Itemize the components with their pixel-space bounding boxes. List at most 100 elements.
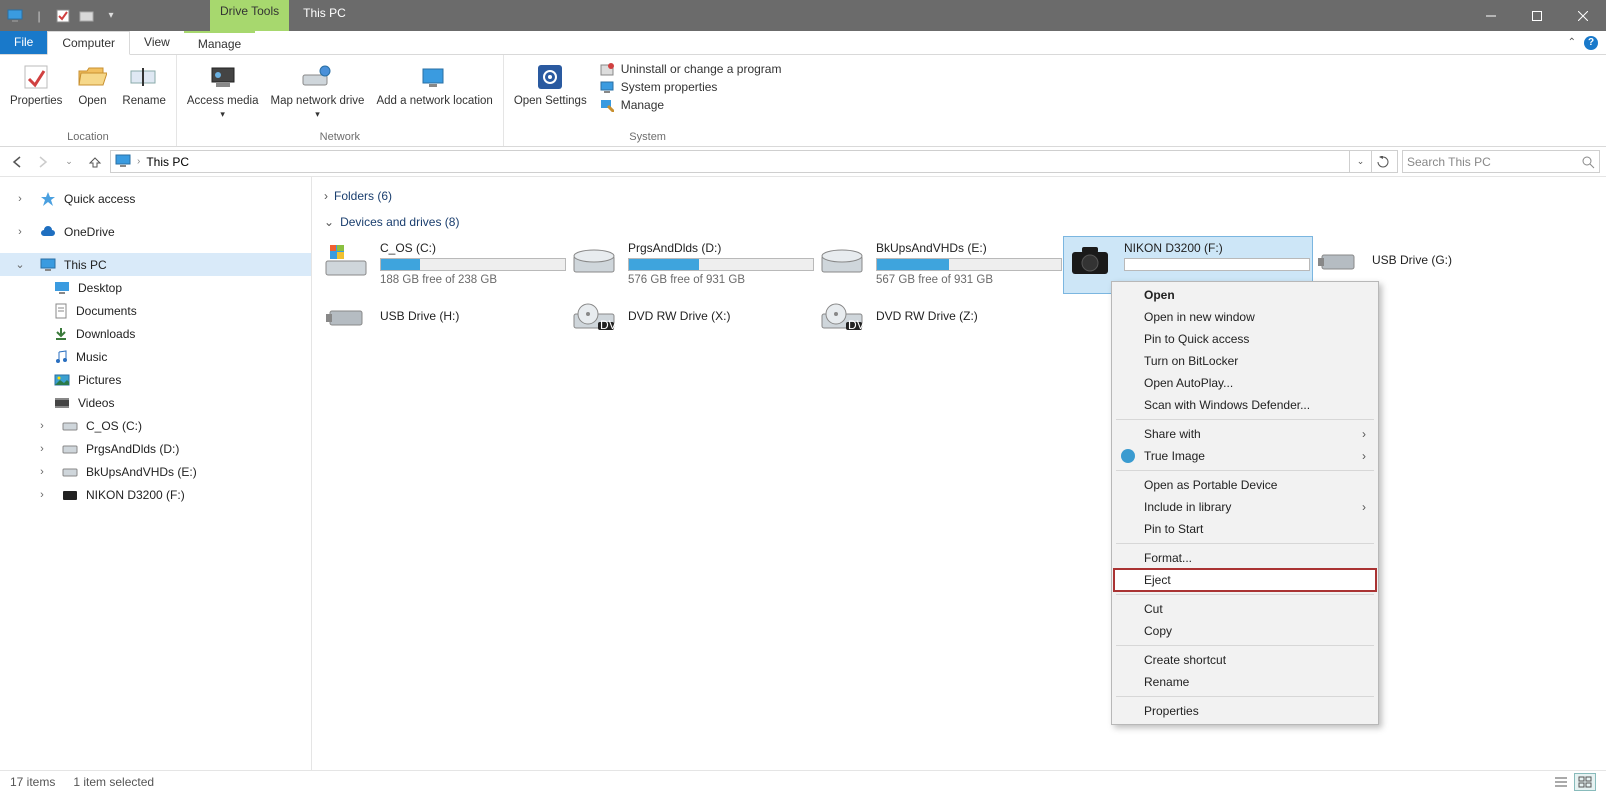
navigation-pane: ›Quick access ›OneDrive ⌄This PC Desktop… [0,177,312,770]
ribbon-group-label: System [508,129,788,146]
search-field[interactable] [1402,150,1600,173]
drive-name: C_OS (C:) [380,241,566,255]
camera-icon [1066,241,1114,281]
section-devices[interactable]: ⌄Devices and drives (8) [320,211,1606,237]
svg-text:DVD: DVD [848,318,864,332]
tab-manage[interactable]: Manage [184,31,255,54]
ribbon-collapse-icon[interactable]: ⌃ [1568,37,1576,48]
sidebar-item-this-pc[interactable]: ⌄This PC [0,253,311,276]
hdd-icon [818,241,866,281]
drive-e[interactable]: BkUpsAndVHDs (E:) 567 GB free of 931 GB [816,237,1064,293]
tab-view[interactable]: View [130,31,184,54]
menu-autoplay[interactable]: Open AutoPlay... [1114,372,1376,394]
menu-share-with[interactable]: Share with› [1114,423,1376,445]
sidebar-item-music[interactable]: Music [22,345,311,368]
sidebar-item-desktop[interactable]: Desktop [22,276,311,299]
map-network-drive-button[interactable]: Map network drive ▾ [264,57,370,125]
drive-free-text: 188 GB free of 238 GB [380,274,566,286]
hdd-icon [570,241,618,281]
submenu-arrow-icon: › [1362,449,1366,463]
pc-icon[interactable] [6,7,24,25]
camera-drive-icon [62,489,78,501]
submenu-arrow-icon: › [1362,427,1366,441]
drive-d[interactable]: PrgsAndDlds (D:) 576 GB free of 931 GB [568,237,816,293]
sidebar-item-e-drive[interactable]: ›BkUpsAndVHDs (E:) [22,460,311,483]
manage-button[interactable]: Manage [599,97,782,113]
folder-open-icon [76,61,108,93]
qat-dropdown-icon[interactable]: ▾ [102,7,120,25]
menu-eject[interactable]: Eject [1114,569,1376,591]
access-media-button[interactable]: Access media ▾ [181,57,265,125]
sidebar-item-c-drive[interactable]: ›C_OS (C:) [22,414,311,437]
menu-pin-quick-access[interactable]: Pin to Quick access [1114,328,1376,350]
properties-button[interactable]: Properties [4,57,68,112]
menu-open[interactable]: Open [1114,284,1376,306]
menu-copy[interactable]: Copy [1114,620,1376,642]
status-item-count: 17 items [10,775,55,789]
drive-x[interactable]: DVD DVD RW Drive (X:) [568,293,816,349]
menu-rename[interactable]: Rename [1114,671,1376,693]
properties-icon [20,61,52,93]
ribbon-group-system: Open Settings Uninstall or change a prog… [504,55,792,146]
menu-include-library[interactable]: Include in library› [1114,496,1376,518]
drive-h[interactable]: USB Drive (H:) [320,293,568,349]
svg-text:DVD: DVD [600,318,616,332]
menu-defender[interactable]: Scan with Windows Defender... [1114,394,1376,416]
sidebar-item-f-drive[interactable]: ›NIKON D3200 (F:) [22,483,311,506]
help-icon[interactable]: ? [1584,36,1598,50]
drive-icon [62,443,78,455]
up-button[interactable] [84,151,106,173]
menu-portable-device[interactable]: Open as Portable Device [1114,474,1376,496]
sidebar-item-onedrive[interactable]: ›OneDrive [0,220,311,243]
drive-name: PrgsAndDlds (D:) [628,241,814,255]
videos-icon [54,397,70,409]
ribbon-group-network: Access media ▾ Map network drive ▾ Add a… [177,55,504,146]
search-icon [1581,155,1595,169]
forward-button[interactable] [32,151,54,173]
search-input[interactable] [1407,155,1581,169]
menu-create-shortcut[interactable]: Create shortcut [1114,649,1376,671]
add-network-location-button[interactable]: Add a network location [370,57,498,112]
drive-tools-tab[interactable]: Drive Tools [210,0,289,31]
menu-separator [1116,696,1374,697]
desktop-icon [54,281,70,295]
menu-true-image[interactable]: True Image› [1114,445,1376,467]
view-large-icons-button[interactable] [1574,773,1596,791]
documents-icon [54,303,68,319]
sidebar-item-pictures[interactable]: Pictures [22,368,311,391]
ribbon-group-label: Location [4,129,172,146]
drive-c[interactable]: C_OS (C:) 188 GB free of 238 GB [320,237,568,293]
refresh-button[interactable] [1371,151,1393,172]
section-folders[interactable]: ›Folders (6) [320,185,1606,211]
rename-button[interactable]: Rename [116,57,171,112]
menu-properties[interactable]: Properties [1114,700,1376,722]
minimize-button[interactable] [1468,0,1514,31]
menu-cut[interactable]: Cut [1114,598,1376,620]
sidebar-item-videos[interactable]: Videos [22,391,311,414]
uninstall-program-button[interactable]: Uninstall or change a program [599,61,782,77]
maximize-button[interactable] [1514,0,1560,31]
tab-computer[interactable]: Computer [47,31,130,55]
view-details-button[interactable] [1550,773,1572,791]
recent-dropdown[interactable]: ⌄ [58,151,80,173]
tab-file[interactable]: File [0,31,47,54]
address-field[interactable]: › This PC ⌄ [110,150,1398,173]
sidebar-item-downloads[interactable]: Downloads [22,322,311,345]
sidebar-item-quick-access[interactable]: ›Quick access [0,187,311,210]
menu-bitlocker[interactable]: Turn on BitLocker [1114,350,1376,372]
system-properties-button[interactable]: System properties [599,79,782,95]
close-button[interactable] [1560,0,1606,31]
menu-open-new-window[interactable]: Open in new window [1114,306,1376,328]
drive-z[interactable]: DVD DVD RW Drive (Z:) [816,293,1064,349]
address-dropdown-icon[interactable]: ⌄ [1349,151,1371,172]
open-settings-button[interactable]: Open Settings [508,57,593,112]
sidebar-item-d-drive[interactable]: ›PrgsAndDlds (D:) [22,437,311,460]
properties-qat-icon[interactable] [54,7,72,25]
title-bar: | ▾ Drive Tools This PC [0,0,1606,31]
sidebar-item-documents[interactable]: Documents [22,299,311,322]
menu-format[interactable]: Format... [1114,547,1376,569]
menu-pin-start[interactable]: Pin to Start [1114,518,1376,540]
new-folder-qat-icon[interactable] [78,7,96,25]
open-button[interactable]: Open [68,57,116,112]
back-button[interactable] [6,151,28,173]
